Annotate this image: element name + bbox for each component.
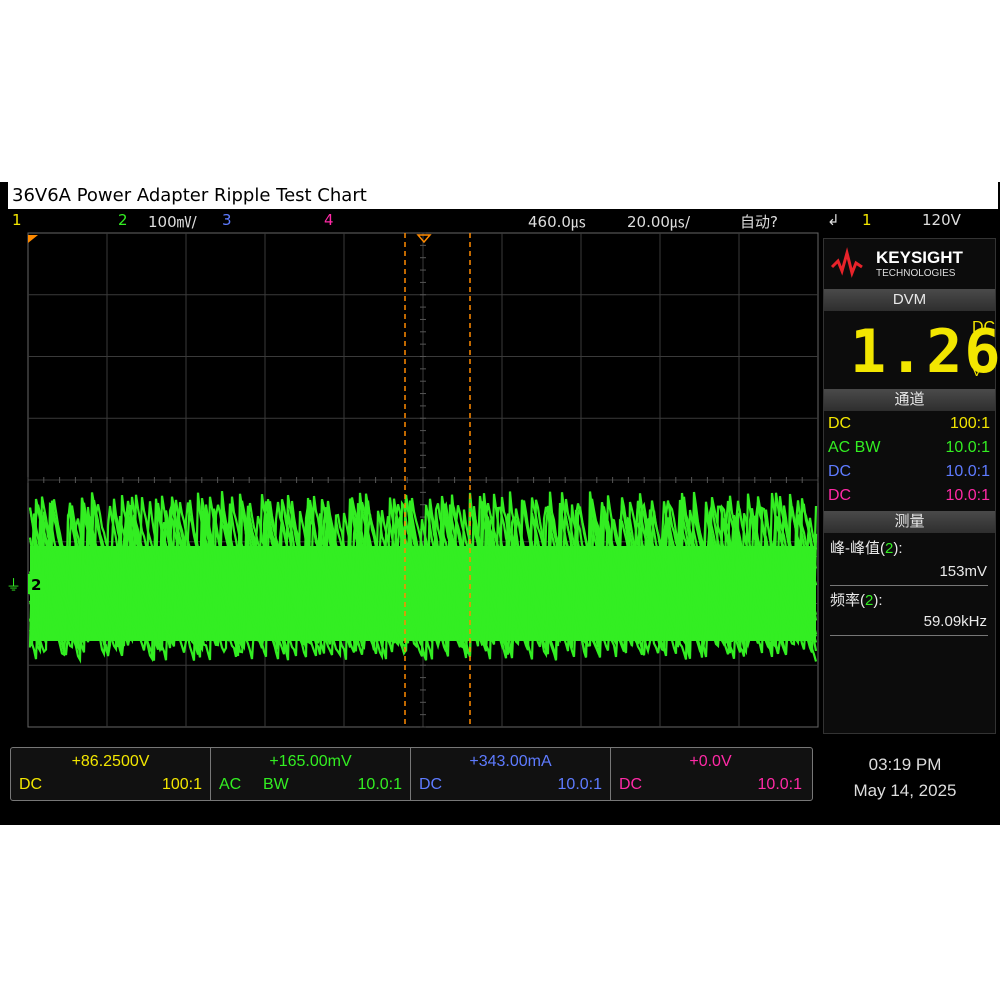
title-bar: 36V6A Power Adapter Ripple Test Chart xyxy=(8,182,998,209)
channel-2-info[interactable]: AC BW 10.0:1 xyxy=(828,437,990,461)
side-panel: KEYSIGHT TECHNOLOGIES DVM 1.26 DC V 通道 D… xyxy=(823,238,1000,734)
ground-icon: ⏚ xyxy=(6,576,21,594)
channel-2-scale[interactable]: 100㎷/ xyxy=(148,211,197,232)
dvm-readout: 1.26 DC V xyxy=(824,313,1000,389)
measure-header[interactable]: 测量 xyxy=(824,511,995,533)
channel-1-summary[interactable]: +86.2500V DC 100:1 xyxy=(11,748,211,800)
keysight-logo: KEYSIGHT TECHNOLOGIES xyxy=(824,239,995,285)
divider xyxy=(830,585,988,586)
clock-time: 03:19 PM xyxy=(868,755,942,774)
measure-2-label[interactable]: 频率(2): xyxy=(830,589,883,610)
dvm-mode: DC xyxy=(972,319,996,336)
time-scale[interactable]: 20.00㎲/ xyxy=(627,211,690,232)
page-title: 36V6A Power Adapter Ripple Test Chart xyxy=(12,185,367,206)
channel-summary-bar: +86.2500V DC 100:1 +165.00mV AC BW 10.0:… xyxy=(10,747,813,801)
trigger-level[interactable]: 120V xyxy=(922,211,961,229)
trigger-mode[interactable]: 自动? xyxy=(740,211,778,232)
trigger-source[interactable]: 1 xyxy=(862,211,872,229)
channel-1-label[interactable]: 1 xyxy=(12,211,22,229)
channel-4-summary[interactable]: +0.0V DC 10.0:1 xyxy=(611,748,810,800)
waveform-display[interactable]: ⏚ 2 xyxy=(0,231,822,731)
clock-date: May 14, 2025 xyxy=(853,781,957,800)
trigger-position-marker[interactable] xyxy=(416,234,432,244)
channel-3-label[interactable]: 3 xyxy=(222,211,232,229)
trigger-edge-icon: ↲ xyxy=(827,211,840,229)
channel-4-label[interactable]: 4 xyxy=(324,211,334,229)
dvm-header[interactable]: DVM xyxy=(824,289,995,311)
measure-1-label[interactable]: 峰-峰值(2): xyxy=(830,537,903,558)
channel-4-info[interactable]: DC 10.0:1 xyxy=(828,485,990,509)
channel-3-summary[interactable]: +343.00mA DC 10.0:1 xyxy=(411,748,611,800)
clock: 03:19 PM May 14, 2025 xyxy=(820,752,990,804)
channel-2-label[interactable]: 2 xyxy=(118,211,128,229)
logo-name: KEYSIGHT xyxy=(876,248,964,267)
ground-marker[interactable]: ⏚ 2 xyxy=(6,574,44,594)
measure-2-value: 59.09kHz xyxy=(923,613,987,630)
channel-3-info[interactable]: DC 10.0:1 xyxy=(828,461,990,485)
trigger-level-marker[interactable] xyxy=(28,235,38,243)
keysight-wave-icon xyxy=(830,247,863,278)
measure-1-value: 153mV xyxy=(939,563,987,580)
channel-1-info[interactable]: DC 100:1 xyxy=(828,413,990,437)
time-delay[interactable]: 460.0㎲ xyxy=(528,211,586,232)
divider xyxy=(830,635,988,636)
oscilloscope-screen: 36V6A Power Adapter Ripple Test Chart 1 … xyxy=(0,182,1000,825)
logo-sub: TECHNOLOGIES xyxy=(876,268,956,279)
channels-header[interactable]: 通道 xyxy=(824,389,995,411)
top-status-bar: 1 2 100㎷/ 3 4 460.0㎲ 20.00㎲/ 自动? ↲ 1 120… xyxy=(0,209,1000,231)
dvm-unit: V xyxy=(972,363,982,379)
channel-2-summary[interactable]: +165.00mV AC BW 10.0:1 xyxy=(211,748,411,800)
ground-marker-label: 2 xyxy=(31,576,41,594)
